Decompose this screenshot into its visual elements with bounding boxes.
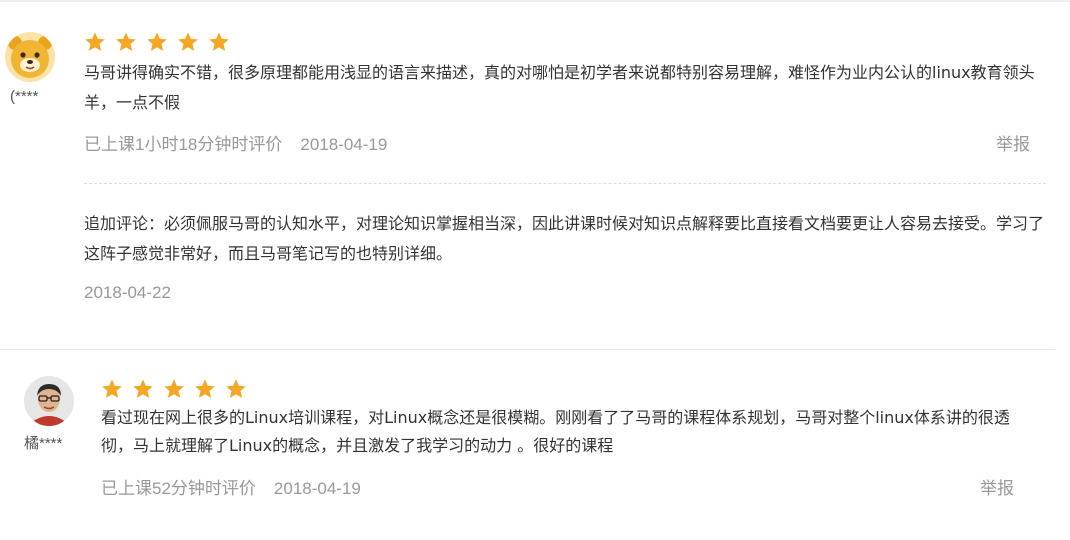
study-time: 已上课52分钟时评价 [101, 479, 256, 498]
report-button[interactable]: 举报 [980, 474, 1014, 499]
star-icon [116, 32, 136, 51]
star-icon [164, 379, 184, 398]
username[interactable]: 橘**** [24, 432, 62, 453]
star-rating [101, 378, 247, 400]
bear-avatar-icon [5, 32, 55, 82]
study-time: 已上课1小时18分钟时评价 [84, 135, 283, 154]
review-meta: 已上课1小时18分钟时评价 2018-04-19 [84, 130, 387, 155]
username[interactable]: (**** [10, 88, 38, 105]
followup-text: 追加评论：必须佩服马哥的认知水平，对理论知识掌握相当深，因此讲课时候对知识点解释… [84, 214, 1045, 263]
review-meta: 已上课52分钟时评价 2018-04-19 [101, 474, 361, 499]
star-icon [85, 32, 105, 51]
review-text: 看过现在网上很多的Linux培训课程，对Linux概念还是很模糊。刚刚看了了马哥… [101, 408, 1010, 455]
star-icon [102, 379, 122, 398]
report-button[interactable]: 举报 [996, 130, 1030, 155]
star-icon [195, 379, 215, 398]
avatar[interactable] [24, 376, 74, 426]
star-icon [226, 379, 246, 398]
review-text: 马哥讲得确实不错，很多原理都能用浅显的语言来描述，真的对哪怕是初学者来说都特别容… [84, 63, 1035, 112]
review-separator [0, 349, 1055, 350]
followup-date: 2018-04-22 [84, 283, 171, 302]
star-icon [209, 32, 229, 51]
user-photo-avatar-icon [24, 376, 74, 426]
followup-divider [84, 183, 1046, 184]
star-icon [178, 32, 198, 51]
star-icon [147, 32, 167, 51]
star-icon [133, 379, 153, 398]
star-rating [84, 31, 230, 53]
review-date: 2018-04-19 [300, 135, 388, 154]
avatar[interactable] [5, 32, 55, 82]
top-divider [0, 0, 1070, 2]
review-date: 2018-04-19 [273, 479, 361, 498]
